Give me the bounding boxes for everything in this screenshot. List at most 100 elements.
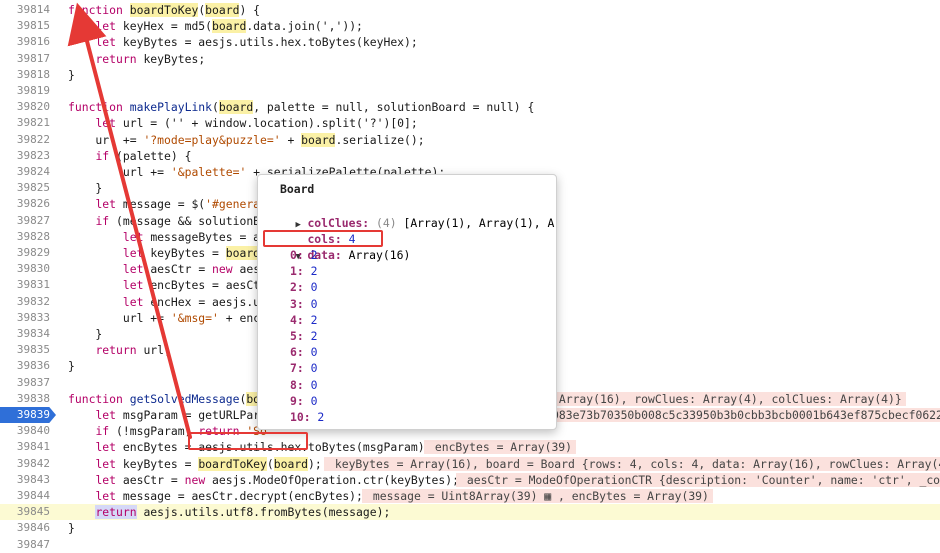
line-number[interactable]: 39836 [0,358,56,374]
inline-debug-value[interactable]: message = Uint8Array(39) ▦ , encBytes = … [362,489,713,503]
line-number[interactable]: 39820 [0,99,56,115]
line-number[interactable]: 39834 [0,326,56,342]
array-item: 5: 2 [290,329,318,343]
code-text: let message = aesCtr.decrypt(encBytes); [95,489,363,503]
code-text: } [68,67,75,82]
code-text: function getSolvedMessage(boa [68,391,267,407]
array-item: 8: 0 [290,377,318,392]
line-number[interactable]: 39825 [0,180,56,196]
line-number[interactable]: 39826 [0,196,56,212]
code-text: let aesCtr = new aesj [122,262,267,277]
array-item: 4: 2 [290,312,318,327]
line-number[interactable]: 39821 [0,115,56,131]
popup-row-cols: cols: 4 [307,232,356,246]
inline-debug-value[interactable]: Array(16), rowClues: Array(4), colClues:… [548,391,906,406]
code-line: 39816 let keyBytes = aesjs.utils.hex.toB… [0,34,940,50]
code-line: 39818} [0,67,940,83]
data-annotation-box [263,230,383,247]
line-number[interactable]: 39816 [0,34,56,50]
line-number[interactable]: 39818 [0,67,56,83]
line-number[interactable]: 39844 [0,488,56,504]
code-text: let keyBytes = boardToKey(board); [95,456,322,471]
code-text: let keyBytes = aesjs.utils.hex.toBytes(k… [95,35,418,50]
line-number[interactable]: 39837 [0,375,56,391]
code-text: if (message && solutionBo [95,213,267,228]
line-number[interactable]: 39824 [0,164,56,180]
line-number[interactable]: 39832 [0,294,56,310]
code-text: } [68,327,103,341]
code-text: return aesjs.utils.utf8.fromBytes(messag… [95,505,391,520]
line-number[interactable]: 39839 [0,407,56,423]
code-text: function boardToKey(board) { [68,3,261,17]
array-item: 2: 0 [290,280,318,295]
board-inspector-popup: Board ▶ colClues: (4) [Array(1), Array(1)… [257,174,557,430]
array-item: 6: 0 [290,345,318,360]
line-number[interactable]: 39847 [0,537,56,553]
code-text: return url; [95,343,171,358]
line-number[interactable]: 39817 [0,51,56,67]
code-text: let messageBytes = ae [122,229,267,244]
code-line: 39847 [0,537,940,553]
code-line: 39820 function makePlayLink(board, palett… [0,99,940,115]
code-text: let encHex = aesjs.uti [122,294,274,309]
line-number[interactable]: 39841 [0,439,56,455]
line-number[interactable]: 39830 [0,261,56,277]
code-text: let keyBytes = board [122,246,261,260]
inline-debug-value[interactable]: 083e73b70350b008c5c33950b3b0cbb3bcb0001b… [548,408,940,422]
line-number[interactable]: 39827 [0,213,56,229]
code-text: let msgParam = getURLPara [95,408,267,422]
line-number[interactable]: 39838 [0,391,56,407]
code-line: 39814 function boardToKey(board) { [0,2,940,18]
array-item: 3: 0 [290,296,318,311]
line-number[interactable]: 39835 [0,342,56,358]
code-line: 39819 [0,83,940,99]
code-text: return keyBytes; [95,51,206,66]
code-text: url += '?mode=play&puzzle=' + board.seri… [68,132,425,147]
line-number[interactable]: 39843 [0,472,56,488]
line-number[interactable]: 39815 [0,18,56,34]
line-number[interactable]: 39828 [0,229,56,245]
line-number[interactable]: 39829 [0,245,56,261]
code-line: 39845 return aesjs.utils.utf8.fromBytes(… [0,504,940,521]
array-item: 1: 2 [290,264,318,279]
line-number[interactable]: 39846 [0,520,56,536]
code-line: 39815 let keyHex = md5(board.data.join('… [0,18,940,34]
line-number[interactable]: 39823 [0,148,56,164]
code-line: 39841 let encBytes = aesjs.utils.hex.toB… [0,439,940,455]
array-item: 10: 2 [290,410,325,424]
line-number[interactable]: 39814 [0,2,56,18]
code-text: if (palette) { [95,148,192,163]
code-text: let aesCtr = new aesjs.ModeOfOperation.c… [95,472,459,487]
inline-debug-value[interactable]: aesCtr = ModeOfOperationCTR {description… [456,472,940,487]
code-line: 39844 let message = aesCtr.decrypt(encBy… [0,488,940,504]
code-text: let message = $('#generat [95,197,267,212]
popup-row-colclues[interactable]: ▶colClues: (4) [Array(1), Array(1), Arra… [268,199,556,230]
line-number[interactable]: 39822 [0,132,56,148]
line-number[interactable]: 39831 [0,277,56,293]
line-number[interactable]: 39833 [0,310,56,326]
code-text: url += '&msg=' + ench [68,310,267,325]
array-item: 7: 0 [290,361,318,376]
line-number[interactable]: 39842 [0,456,56,472]
inline-debug-value[interactable]: encBytes = Array(39) [424,440,577,455]
line-number[interactable]: 39845 [0,504,56,520]
code-text: } [68,359,75,374]
line-number[interactable]: 39819 [0,83,56,99]
inline-debug-value[interactable]: keyBytes = Array(16), board = Board {row… [324,456,940,471]
code-line: 39823 if (palette) { [0,148,940,164]
code-line: 39843 let aesCtr = new aesjs.ModeOfOpera… [0,472,940,488]
line-number[interactable]: 39840 [0,423,56,439]
code-text: } [68,521,75,536]
code-line: 39822 url += '?mode=play&puzzle=' + boar… [0,132,940,148]
code-line: 39817 return keyBytes; [0,51,940,67]
code-text: let url = ('' + window.location).split('… [95,116,418,131]
popup-title: Board [280,182,315,196]
boardtokey-annotation-box [188,432,308,450]
array-item: 9: 0 [290,393,318,408]
code-line: 39846} [0,520,940,536]
code-text: let encBytes = aesCtr [122,278,267,293]
array-item: 0: 2 [290,248,318,262]
code-text: function makePlayLink(board, palette = n… [68,100,535,115]
code-line: 39842 let keyBytes = boardToKey(board); … [0,456,940,472]
code-text: } [68,181,103,196]
